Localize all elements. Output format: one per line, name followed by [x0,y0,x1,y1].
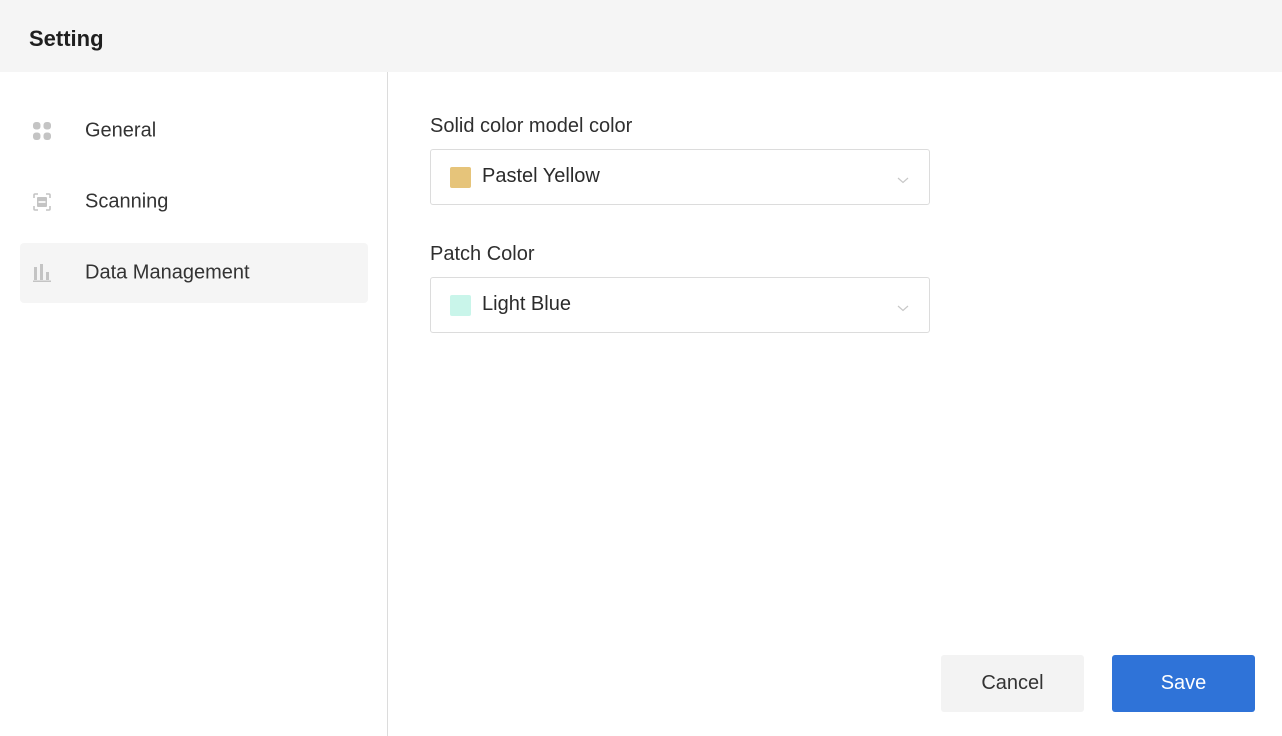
save-button[interactable]: Save [1112,655,1255,712]
bar-chart-icon [33,264,51,282]
solid-color-label: Solid color model color [430,115,633,137]
patch-color-value: Light Blue [482,293,571,315]
solid-color-select[interactable]: Pastel Yellow [430,149,930,205]
patch-color-select[interactable]: Light Blue [430,277,930,333]
settings-content: Solid color model color Pastel Yellow Pa… [389,72,1282,736]
solid-color-value: Pastel Yellow [482,165,600,187]
chevron-down-icon [897,172,909,184]
sidebar-item-label: Data Management [85,261,250,284]
sidebar-item-label: Scanning [85,190,169,213]
chevron-down-icon [897,300,909,312]
sidebar-item-label: General [85,119,157,142]
color-swatch [450,295,471,316]
sidebar-item-data-management[interactable]: Data Management [20,243,368,303]
cancel-button[interactable]: Cancel [941,655,1084,712]
grid-icon [33,122,51,140]
page-title: Setting [29,26,104,51]
sidebar-item-scanning[interactable]: Scanning [20,172,368,232]
color-swatch [450,167,471,188]
dialog-header: Setting [0,0,1282,72]
sidebar-item-general[interactable]: General [20,101,368,161]
patch-color-label: Patch Color [430,243,535,265]
settings-sidebar: General Scanning Data Management [0,72,388,736]
scan-icon [33,193,51,211]
